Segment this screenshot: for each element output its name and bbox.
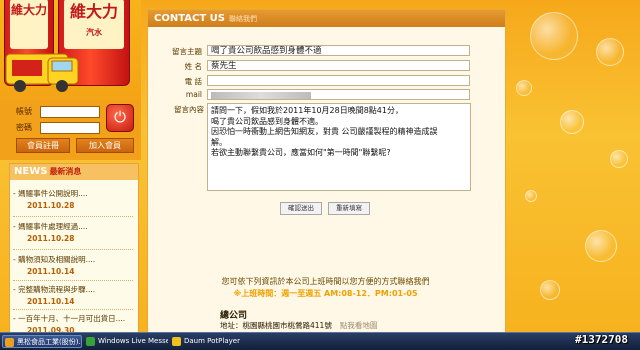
- password-input[interactable]: [40, 122, 100, 134]
- join-member-button[interactable]: 加入會員: [76, 138, 134, 153]
- news-item[interactable]: - 媽鱷事件公開說明.... 2011.10.28: [13, 188, 135, 210]
- news-item[interactable]: - 完整購物流程與步驟.... 2011.10.14: [13, 284, 135, 306]
- taskbar-label: Daum PotPlayer: [184, 337, 240, 345]
- news-title-sub: 最新消息: [49, 167, 82, 176]
- brand-banner: 維大力 維大力汽水: [0, 0, 141, 100]
- subject-label: 留言主題: [172, 47, 202, 56]
- news-item-date: 2011.10.28: [27, 234, 75, 243]
- news-divider: [13, 280, 133, 281]
- watermark: #1372708: [575, 333, 628, 346]
- register-button[interactable]: 會員註冊: [16, 138, 70, 153]
- phone-field[interactable]: [207, 75, 470, 86]
- news-item-date: 2011.10.14: [27, 267, 75, 276]
- news-item-date: 2011.10.14: [27, 297, 75, 306]
- news-item-title[interactable]: - 完整購物流程與步驟....: [13, 284, 135, 295]
- news-item-title[interactable]: - 媽鱷事件公開說明....: [13, 188, 135, 199]
- account-label: 帳號: [16, 107, 32, 116]
- decor-bubble: [516, 80, 532, 96]
- submit-button[interactable]: 確認送出: [280, 202, 322, 215]
- decor-bubble: [560, 110, 584, 134]
- decor-bubble: [540, 280, 560, 300]
- taskbar-item-potplayer[interactable]: Daum PotPlayer: [170, 335, 254, 348]
- news-divider: [13, 249, 133, 250]
- map-link[interactable]: 點我看地圖: [340, 321, 378, 330]
- taskbar-item-messenger[interactable]: Windows Live Messenger: [84, 335, 168, 348]
- taskbar-label: Windows Live Messenger: [98, 337, 168, 345]
- news-item-date: 2011.10.28: [27, 201, 75, 210]
- taskbar-label: 黑松食品工業(股份)...: [17, 338, 82, 346]
- phone-label: 電 話: [184, 77, 202, 86]
- left-column: 維大力 維大力汽水 帳號 密碼 ⏻ 會員註冊 加入會員 NEWS 最新消息 - 媽…: [0, 0, 141, 335]
- office-hours: ※上班時間：週一至週五 AM:08-12．PM:01-05: [233, 289, 418, 298]
- decor-bubble: [596, 38, 624, 66]
- contact-title: CONTACT US: [154, 13, 225, 24]
- mail-label: mail: [185, 90, 202, 99]
- mail-redacted: [211, 92, 311, 99]
- address-text: 地址：桃園縣桃園市桃鶯路411號: [220, 321, 332, 330]
- contact-info-text: 您可依下列資訊於本公司上班時間以您方便的方式聯絡我們: [221, 277, 430, 286]
- name-label: 姓 名: [184, 62, 202, 71]
- browser-icon: [5, 338, 14, 347]
- mail-field[interactable]: [207, 89, 470, 100]
- message-textarea[interactable]: 請問一下，假如我於2011年10月28日晚間8點41分， 喝了貴公司飲品感到身體…: [207, 103, 471, 191]
- can-text: 維大力: [69, 2, 118, 21]
- decor-bubble: [530, 12, 578, 60]
- taskbar-item-browser[interactable]: 黑松食品工業(股份)...: [2, 335, 82, 348]
- news-panel: NEWS 最新消息 - 媽鱷事件公開說明.... 2011.10.28 - 媽鱷事件…: [9, 163, 139, 335]
- decor-bubble: [585, 230, 617, 262]
- news-item-title[interactable]: - 媽鱷事件處理經過....: [13, 221, 135, 232]
- name-field[interactable]: 蔡先生: [207, 60, 470, 71]
- news-header: NEWS 最新消息: [10, 164, 138, 180]
- reset-button[interactable]: 重新填寫: [328, 202, 370, 215]
- login-power-button[interactable]: ⏻: [106, 104, 134, 132]
- subject-field[interactable]: 喝了貴公司飲品感到身體不適: [207, 45, 470, 56]
- messenger-icon: [86, 337, 95, 346]
- news-title: NEWS: [14, 166, 48, 177]
- submit-label: 確認送出: [288, 204, 314, 212]
- power-icon: ⏻: [114, 108, 126, 126]
- news-item-title[interactable]: - 一百年十月、十一月可出貨日....: [13, 313, 135, 324]
- join-label: 加入會員: [89, 141, 121, 150]
- can-subtext: 汽水: [86, 28, 102, 37]
- company-address: 地址：桃園縣桃園市桃鶯路411號 點我看地圖: [220, 320, 377, 331]
- decor-bubble: [610, 150, 628, 168]
- can-text: 維大力: [10, 3, 47, 17]
- contact-header: CONTACT US 聯絡我們: [148, 10, 505, 27]
- can-label: 維大力 汽水: [64, 0, 124, 49]
- news-item[interactable]: - 購物須知及相關說明.... 2011.10.14: [13, 254, 135, 276]
- news-divider: [13, 309, 133, 310]
- decor-bubble: [525, 190, 537, 202]
- password-label: 密碼: [16, 123, 32, 132]
- account-input[interactable]: [40, 106, 100, 118]
- can-label: 維大力: [10, 0, 48, 49]
- truck-icon: [5, 53, 79, 92]
- news-item[interactable]: - 媽鱷事件處理經過.... 2011.10.28: [13, 221, 135, 243]
- taskbar: 黑松食品工業(股份)... Windows Live Messenger Dau…: [0, 332, 640, 350]
- news-divider: [13, 216, 133, 217]
- contact-title-zh: 聯絡我們: [228, 15, 257, 23]
- register-label: 會員註冊: [27, 141, 59, 150]
- reset-label: 重新填寫: [336, 204, 362, 212]
- message-label: 留言內容: [174, 105, 204, 114]
- news-item-title[interactable]: - 購物須知及相關說明....: [13, 254, 135, 265]
- potplayer-icon: [172, 337, 181, 346]
